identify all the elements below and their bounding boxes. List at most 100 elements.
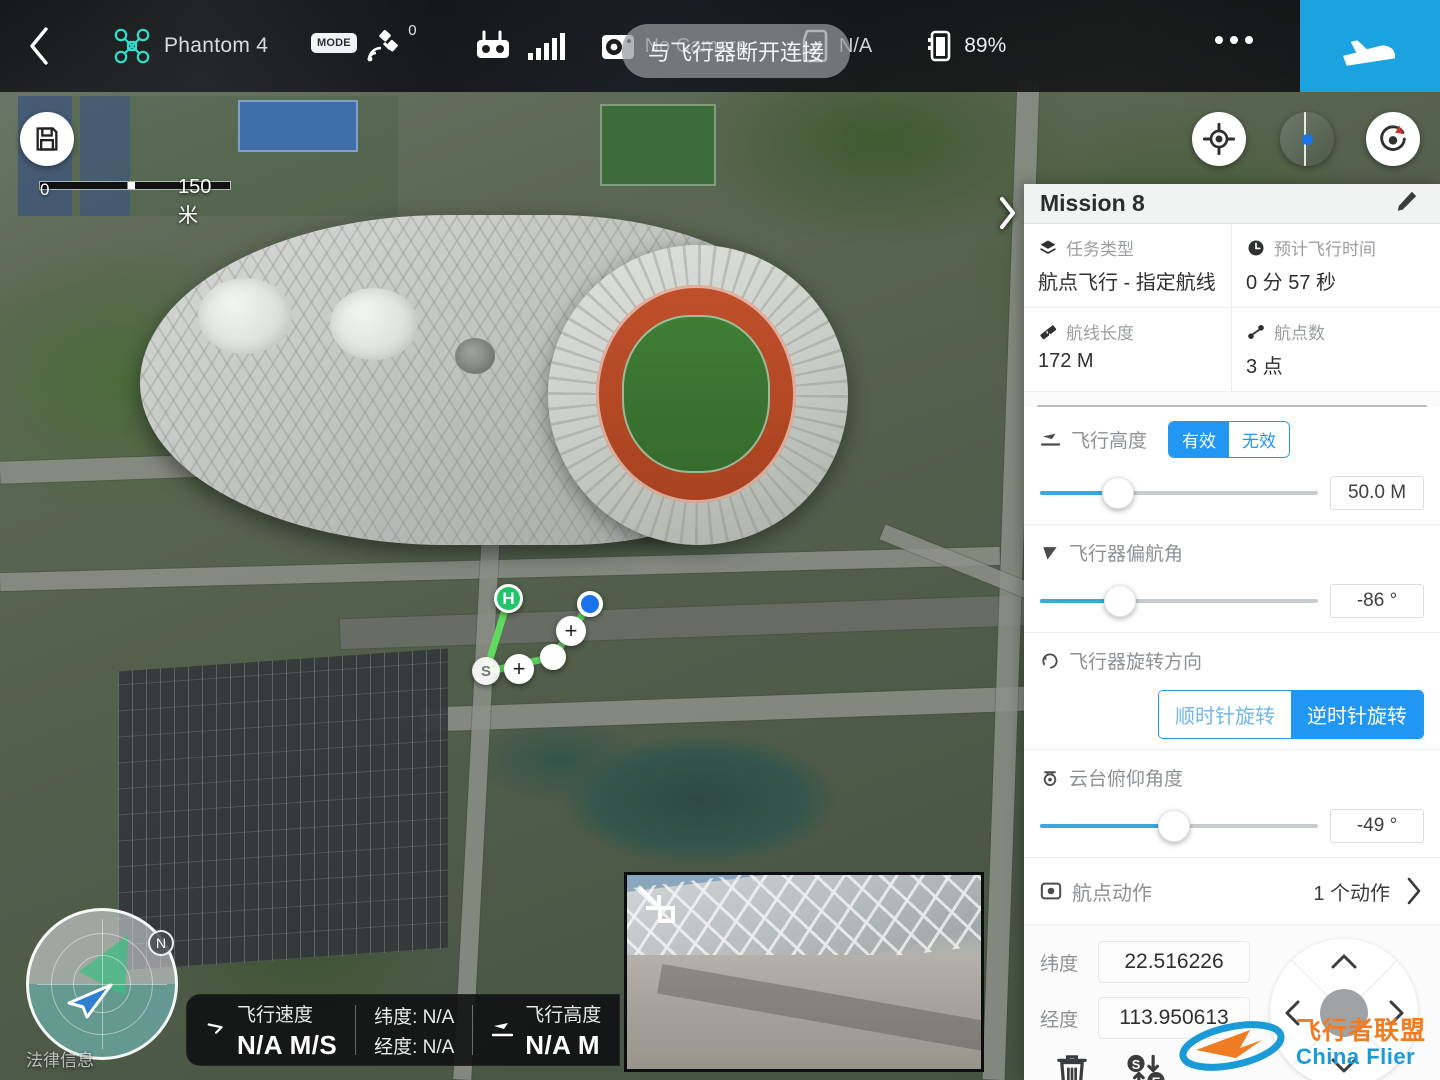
info-mission-type: 任务类型 航点飞行 - 指定航线 <box>1024 224 1232 308</box>
more-dots-icon <box>1215 36 1223 44</box>
telemetry-altitude: 飞行高度 N/A M <box>473 995 619 1065</box>
map-road <box>0 546 1001 592</box>
info-value: 0 分 57 秒 <box>1246 272 1337 294</box>
yaw-value[interactable]: -86 ° <box>1330 584 1424 618</box>
telemetry-bar: 飞行速度 N/A M/S 纬度: N/A 经度: N/A 飞行高度 N/A M <box>186 994 621 1066</box>
info-estimated-time: 预计飞行时间 0 分 57 秒 <box>1232 224 1440 308</box>
satellite-count: 0 <box>408 22 417 39</box>
altitude-icon <box>1040 433 1061 446</box>
drone-icon <box>114 28 150 64</box>
altitude-label: 飞行高度 <box>525 1004 602 1026</box>
info-label: 航线长度 <box>1066 324 1134 343</box>
gimbal-pitch-row: 云台俯仰角度 -49 ° <box>1024 750 1440 858</box>
dpad-hub-button[interactable] <box>1320 989 1368 1037</box>
map-dome <box>455 338 495 374</box>
altitude-icon <box>492 1023 514 1037</box>
ruler-icon <box>1040 324 1057 339</box>
map-layers-button[interactable] <box>1280 112 1334 166</box>
waypoint-nudge-dpad[interactable] <box>1270 939 1418 1080</box>
delete-waypoint-button[interactable] <box>1054 1053 1090 1080</box>
home-point-marker[interactable]: H <box>494 584 523 613</box>
takeoff-button[interactable] <box>1300 0 1440 92</box>
altitude-setting-row: 飞行高度 有效 无效 50.0 M <box>1024 407 1440 525</box>
battery-status[interactable]: 89% <box>926 0 1006 92</box>
back-button[interactable] <box>0 0 78 92</box>
dpad-right-button[interactable] <box>1382 997 1410 1029</box>
trash-delete-icon <box>1057 1055 1087 1080</box>
waypoint-marker[interactable] <box>540 644 566 670</box>
aircraft-heading-arrow-icon <box>67 983 113 1019</box>
rotation-direction-row: 飞行器旋转方向 顺时针旋转 逆时针旋转 <box>1024 633 1440 750</box>
info-label: 航点数 <box>1274 324 1325 343</box>
yaw-slider[interactable]: -86 ° <box>1040 580 1424 622</box>
camera-action-icon <box>1040 882 1062 900</box>
add-waypoint-label: + <box>564 618 578 643</box>
reverse-route-button[interactable]: S E <box>1126 1053 1166 1080</box>
compass-north-badge: N <box>148 930 174 956</box>
yaw-setting-row: 飞行器偏航角 -86 ° <box>1024 525 1440 633</box>
locate-button[interactable] <box>1192 112 1246 166</box>
locate-crosshair-icon <box>1203 123 1235 155</box>
home-point-label: H <box>502 588 515 608</box>
info-label: 预计飞行时间 <box>1274 240 1376 259</box>
gimbal-value[interactable]: -49 ° <box>1330 809 1424 843</box>
waypoint-marker-selected[interactable] <box>577 591 603 617</box>
add-waypoint-button[interactable]: + <box>556 616 586 646</box>
altitude-toggle-enabled[interactable]: 有效 <box>1169 422 1230 457</box>
latitude-input[interactable]: 22.516226 <box>1098 941 1250 983</box>
altitude-slider[interactable]: 50.0 M <box>1040 472 1424 514</box>
compass-north-label: N <box>155 935 167 951</box>
altitude-value[interactable]: 50.0 M <box>1330 476 1424 510</box>
info-label: 任务类型 <box>1066 240 1134 259</box>
altitude-label: 飞行高度 <box>1071 431 1148 452</box>
dpad-up-button[interactable] <box>1328 947 1360 975</box>
waypoint-action-label: 航点动作 <box>1072 882 1152 905</box>
heading-arrow-icon <box>1043 546 1057 560</box>
waypoint-coordinates-area: 纬度 22.516226 经度 113.950613 S <box>1024 925 1440 1080</box>
attitude-compass[interactable]: N <box>26 908 178 1060</box>
slider-knob[interactable] <box>1158 810 1190 842</box>
longitude-label: 经度 <box>1040 1009 1079 1031</box>
panel-collapse-button[interactable] <box>996 196 1018 235</box>
slider-knob[interactable] <box>1104 585 1136 617</box>
camera-preview-pip[interactable] <box>624 872 984 1072</box>
rotation-direction-toggle: 顺时针旋转 逆时针旋转 <box>1040 690 1424 739</box>
pip-expand-icon[interactable] <box>633 881 679 927</box>
add-waypoint-button[interactable]: + <box>504 654 534 684</box>
chevron-left-icon <box>1285 1000 1300 1026</box>
legal-info-label[interactable]: 法律信息 <box>26 1046 94 1071</box>
scale-distance-label: 150 米 <box>178 176 212 227</box>
edit-mission-button[interactable] <box>1390 184 1424 223</box>
remote-controller-status[interactable] <box>475 0 567 92</box>
slider-fill <box>1040 824 1173 828</box>
info-value: 172 M <box>1038 350 1094 372</box>
reverse-route-icon: S E <box>1127 1054 1165 1080</box>
svg-text:E: E <box>1152 1074 1161 1080</box>
rotation-clockwise-option[interactable]: 顺时针旋转 <box>1159 691 1291 738</box>
waypoint-action-row[interactable]: 航点动作 1 个动作 <box>1024 858 1440 925</box>
start-point-marker[interactable]: S <box>472 657 500 685</box>
gimbal-slider[interactable]: -49 ° <box>1040 805 1424 847</box>
altitude-value: N/A M <box>525 1029 600 1060</box>
altitude-toggle-disabled[interactable]: 无效 <box>1229 422 1290 457</box>
more-options-button[interactable] <box>1215 36 1253 44</box>
dpad-down-button[interactable] <box>1328 1051 1360 1079</box>
save-mission-button[interactable] <box>20 112 74 166</box>
aircraft-identity[interactable]: Phantom 4 <box>114 0 268 92</box>
speed-icon <box>207 1023 223 1034</box>
rotation-icon <box>1042 653 1058 669</box>
map-layers-icon <box>1302 134 1313 145</box>
rotation-counterclockwise-option[interactable]: 逆时针旋转 <box>1291 691 1423 738</box>
more-dots-icon <box>1230 36 1238 44</box>
dpad-left-button[interactable] <box>1278 997 1306 1029</box>
status-top-bar: Phantom 4 MODE 0 N/A 89% 与飞行器断开连接 <box>0 0 1440 92</box>
more-dots-icon <box>1245 36 1253 44</box>
gps-status[interactable]: 0 <box>366 0 417 92</box>
flight-mode-badge[interactable]: MODE <box>311 33 357 53</box>
map-orientation-button[interactable] <box>1366 112 1420 166</box>
speed-value: N/A M/S <box>237 1029 338 1060</box>
longitude-input[interactable]: 113.950613 <box>1098 997 1250 1039</box>
slider-knob[interactable] <box>1102 477 1134 509</box>
map-football-pitch <box>622 315 770 473</box>
telemetry-longitude: 经度: N/A <box>374 1036 455 1058</box>
